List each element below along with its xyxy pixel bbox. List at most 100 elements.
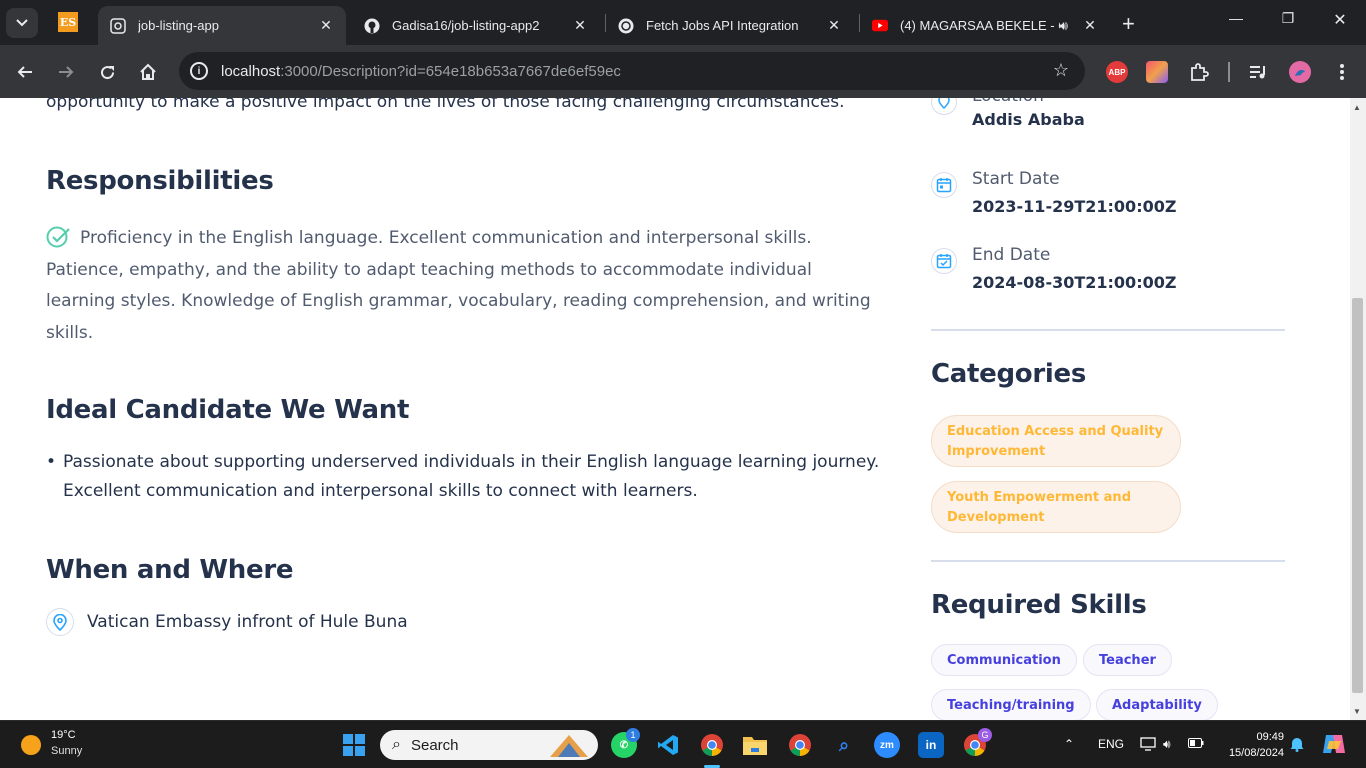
- tab-github[interactable]: Gadisa16/job-listing-app2 ✕: [352, 6, 600, 45]
- system-clock[interactable]: 09:49 15/08/2024: [1229, 729, 1284, 759]
- reload-button[interactable]: [94, 59, 120, 85]
- required-skills-heading: Required Skills: [931, 590, 1147, 620]
- chrome-alt-badge: G: [978, 728, 992, 742]
- scroll-down-arrow-icon[interactable]: ▼: [1353, 707, 1361, 716]
- ideal-candidate-list: Passionate about supporting underserved …: [46, 448, 906, 506]
- github-icon: [364, 18, 380, 34]
- skill-tag[interactable]: Communication: [931, 644, 1077, 676]
- zoom-icon[interactable]: zm: [874, 732, 900, 758]
- responsibilities-heading: Responsibilities: [46, 166, 274, 196]
- end-date-info: End Date 2024-08-30T21:00:00Z: [931, 245, 1176, 292]
- category-tag[interactable]: Education Access and Quality Improvement: [931, 415, 1181, 467]
- search-highlight-icon: [550, 735, 588, 757]
- scroll-up-arrow-icon[interactable]: ▲: [1353, 103, 1361, 112]
- home-icon: [140, 63, 156, 80]
- es-extension-icon[interactable]: ES: [58, 12, 78, 32]
- media-control-icon[interactable]: [1248, 61, 1270, 83]
- location-label: Location: [972, 98, 1085, 106]
- weather-sun-icon[interactable]: [21, 735, 41, 755]
- vscode-icon[interactable]: [655, 732, 681, 758]
- url-text[interactable]: localhost:3000/Description?id=654e18b653…: [221, 63, 621, 80]
- close-icon[interactable]: ✕: [1080, 17, 1100, 34]
- close-icon[interactable]: ✕: [824, 17, 844, 34]
- file-explorer-icon[interactable]: [742, 732, 768, 758]
- forward-button[interactable]: [53, 59, 79, 85]
- more-vertical-icon: [1340, 64, 1344, 80]
- extensions-puzzle-icon[interactable]: [1188, 61, 1210, 83]
- page-scrollbar[interactable]: ▲ ▼: [1350, 98, 1366, 720]
- home-button[interactable]: [135, 59, 161, 85]
- close-icon[interactable]: ✕: [570, 17, 590, 34]
- chrome-profile-icon[interactable]: [787, 732, 813, 758]
- bookmark-star-icon[interactable]: ☆: [1053, 60, 1069, 81]
- whatsapp-badge: 1: [626, 728, 640, 742]
- description-text-tail: opportunity to make a positive impact on…: [46, 98, 845, 112]
- skill-tag[interactable]: Adaptability: [1096, 689, 1218, 720]
- battery-icon[interactable]: [1188, 737, 1204, 751]
- close-window-button[interactable]: ✕: [1320, 10, 1360, 30]
- network-icon[interactable]: [1140, 737, 1156, 754]
- location-text: Vatican Embassy infront of Hule Buna: [87, 612, 408, 632]
- extension-colorful-icon[interactable]: [1146, 61, 1168, 83]
- browser-toolbar: i localhost:3000/Description?id=654e18b6…: [0, 45, 1366, 98]
- skill-tag[interactable]: Teaching/training: [931, 689, 1091, 720]
- end-date-value: 2024-08-30T21:00:00Z: [972, 273, 1177, 292]
- back-button[interactable]: [12, 59, 38, 85]
- site-info-icon[interactable]: i: [190, 62, 208, 80]
- profile-avatar[interactable]: [1289, 61, 1311, 83]
- tab-title: (4) MAGARSAA BEKELE - O: [900, 18, 1060, 33]
- youtube-icon: [872, 18, 888, 34]
- tab-search-button[interactable]: [6, 8, 38, 38]
- minimize-button[interactable]: —: [1216, 10, 1256, 26]
- search-icon: ⌕: [392, 736, 401, 753]
- tab-youtube[interactable]: (4) MAGARSAA BEKELE - O 🔊︎ ✕: [860, 6, 1110, 45]
- location-value: Addis Ababa: [972, 110, 1085, 129]
- start-date-label: Start Date: [972, 169, 1060, 189]
- start-date-info: Start Date 2023-11-29T21:00:00Z: [931, 169, 1176, 216]
- skill-tag[interactable]: Teacher: [1083, 644, 1172, 676]
- tab-title: job-listing-app: [138, 18, 219, 33]
- chevron-up-icon[interactable]: ⌃: [1064, 737, 1074, 751]
- clock-date: 15/08/2024: [1228, 747, 1284, 759]
- responsibilities-text: Proficiency in the English language. Exc…: [46, 223, 876, 349]
- notification-bell-icon[interactable]: [1290, 736, 1304, 755]
- search-app-icon[interactable]: ⌕: [831, 732, 857, 758]
- calendar-check-icon: [931, 248, 957, 274]
- location-pin-icon: [46, 608, 74, 636]
- taskbar-search-box[interactable]: ⌕ Search: [380, 730, 598, 760]
- calendar-icon: [931, 172, 957, 198]
- weather-description[interactable]: Sunny: [51, 745, 82, 757]
- weather-temperature[interactable]: 19°C: [51, 729, 76, 741]
- divider: [931, 329, 1285, 331]
- volume-icon[interactable]: 🔊︎: [1163, 737, 1171, 752]
- chatgpt-icon: [618, 18, 634, 34]
- app-icon: [110, 17, 126, 34]
- arrow-right-icon: [59, 66, 74, 78]
- when-where-heading: When and Where: [46, 555, 294, 585]
- close-icon[interactable]: ✕: [316, 17, 336, 34]
- list-item: Passionate about supporting underserved …: [46, 448, 906, 506]
- new-tab-button[interactable]: +: [1122, 11, 1135, 37]
- location-info: Location Addis Ababa: [931, 98, 1085, 129]
- language-indicator[interactable]: ENG: [1098, 737, 1124, 751]
- restore-button[interactable]: ❐: [1268, 10, 1308, 27]
- chrome-icon[interactable]: [699, 732, 725, 758]
- divider: [931, 560, 1285, 562]
- copilot-icon[interactable]: [1322, 733, 1346, 758]
- scrollbar-thumb[interactable]: [1352, 298, 1363, 693]
- chrome-menu-button[interactable]: [1329, 59, 1355, 85]
- audio-playing-icon[interactable]: 🔊︎: [1060, 18, 1068, 34]
- tab-fetch-jobs[interactable]: Fetch Jobs API Integration ✕: [606, 6, 854, 45]
- adblock-plus-icon[interactable]: ABP: [1106, 61, 1128, 83]
- windows-start-icon[interactable]: [343, 734, 365, 756]
- location-pin-icon: [931, 98, 957, 115]
- tab-job-listing-app[interactable]: job-listing-app ✕: [98, 6, 346, 45]
- chevron-down-icon: [16, 19, 28, 27]
- categories-heading: Categories: [931, 359, 1087, 389]
- clock-time: 09:49: [1256, 731, 1284, 743]
- address-bar[interactable]: i localhost:3000/Description?id=654e18b6…: [179, 52, 1085, 90]
- search-placeholder: Search: [410, 736, 459, 754]
- category-tag[interactable]: Youth Empowerment and Development: [931, 481, 1181, 533]
- ideal-candidate-heading: Ideal Candidate We Want: [46, 395, 410, 425]
- linkedin-icon[interactable]: in: [918, 732, 944, 758]
